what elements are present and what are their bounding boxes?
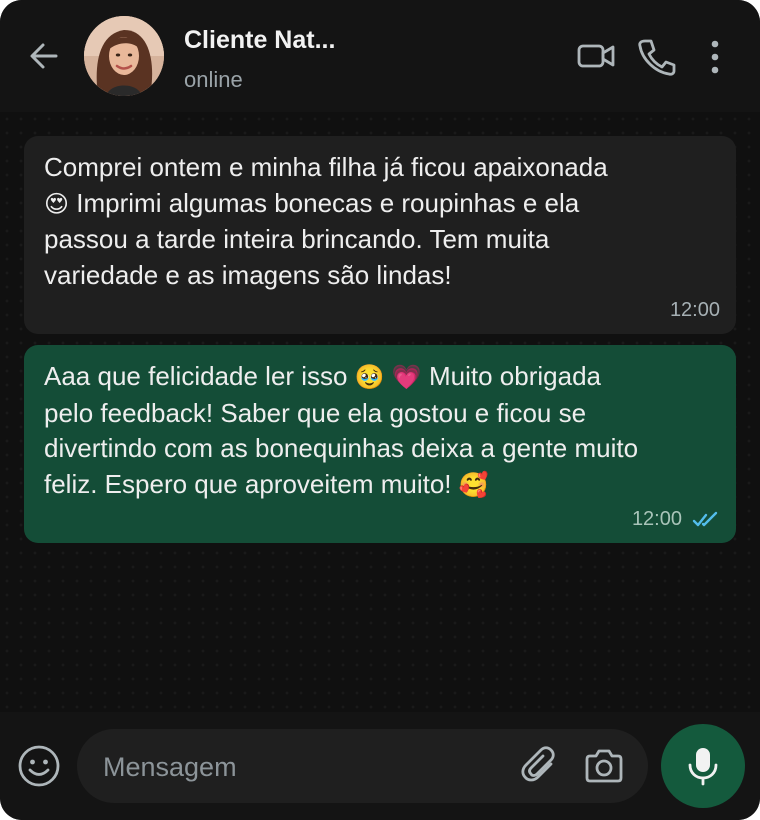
outgoing-message[interactable]: Aaa que felicidade ler isso 🥹 💗 Muito ob… (24, 345, 736, 543)
message-time: 12:00 (669, 299, 720, 321)
message-input[interactable] (101, 747, 505, 787)
contact-name[interactable]: Cliente Nat... (184, 26, 335, 55)
phone-call-icon[interactable] (636, 38, 676, 76)
emoji-icon[interactable] (17, 744, 61, 788)
message-line: Aaa que felicidade ler isso (44, 361, 355, 391)
message-box (77, 729, 648, 803)
attach-icon[interactable] (521, 746, 561, 788)
message-line: divertindo com as bonequinhas deixa a ge… (44, 433, 639, 463)
composer-bar (0, 712, 760, 820)
chat-area[interactable]: Comprei ontem e minha filha já ficou apa… (0, 112, 760, 712)
avatar[interactable] (84, 16, 164, 96)
message-text: Comprei ontem e minha filha já ficou apa… (44, 150, 716, 293)
message-line: feliz. Espero que aproveitem muito! (44, 468, 459, 499)
message-text: Aaa que felicidade ler isso 🥹 💗 Muito ob… (44, 359, 716, 503)
message-meta: 12:00 (670, 299, 720, 322)
message-line: variedade e as imagens são lindas! (44, 259, 452, 290)
camera-icon[interactable] (583, 747, 625, 785)
voice-message-button[interactable] (661, 724, 745, 808)
message-meta: 12:00 (632, 508, 720, 531)
chat-header: Cliente Nat... online (0, 0, 760, 112)
incoming-message[interactable]: Comprei ontem e minha filha já ficou apa… (24, 136, 736, 334)
pleading-face-emoji: 🥹 (354, 364, 385, 391)
pink-heart-emoji: 💗 (391, 364, 422, 391)
contact-photo (84, 16, 164, 96)
more-options-icon[interactable] (700, 38, 730, 76)
message-line: passou a tarde inteira brincando. Tem mu… (44, 224, 550, 254)
chat-screen: Cliente Nat... online Comprei ontem e mi… (0, 0, 760, 820)
message-time: 12:00 (631, 508, 682, 530)
heart-eyes-emoji: 😍 (44, 190, 70, 218)
double-check-read-icon (692, 511, 718, 526)
video-call-icon[interactable] (576, 38, 616, 74)
message-line: Comprei ontem e minha filha já ficou apa… (44, 152, 608, 182)
message-line: Muito obrigada (421, 361, 601, 391)
mic-icon (688, 748, 718, 786)
message-line: Imprimi algumas bonecas e roupinhas e el… (69, 187, 580, 218)
smiling-hearts-emoji: 🥰 (458, 471, 489, 499)
contact-status: online (184, 67, 243, 92)
back-arrow-icon[interactable] (26, 38, 62, 74)
message-line: pelo feedback! Saber que ela gostou e fi… (44, 397, 587, 428)
